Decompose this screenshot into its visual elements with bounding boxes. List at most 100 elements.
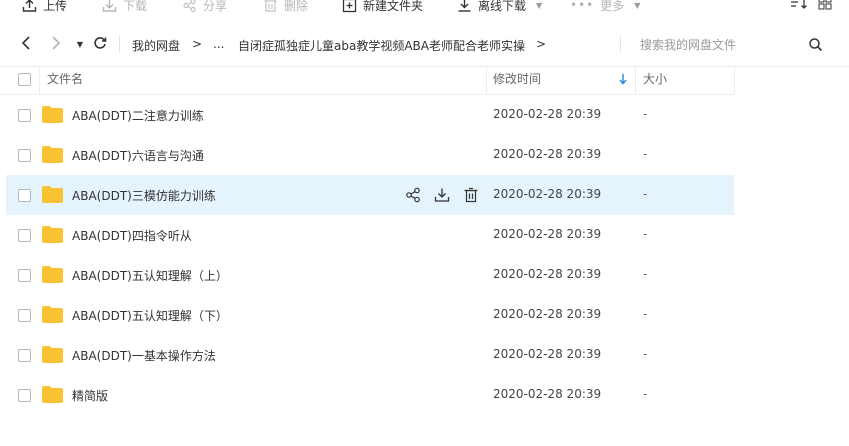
more-button[interactable]: ••• 更多 ▼ xyxy=(570,0,640,16)
search-icon[interactable] xyxy=(808,37,823,55)
folder-icon xyxy=(42,346,63,363)
chevron-down-icon[interactable]: ▼ xyxy=(536,1,542,10)
upload-label: 上传 xyxy=(43,0,68,13)
table-row[interactable]: ABA(DDT)六语言与沟通 2020-02-28 20:39 - xyxy=(0,135,849,175)
table-row[interactable]: 精简版 2020-02-28 20:39 - xyxy=(0,375,849,415)
upload-button[interactable]: 上传 xyxy=(22,0,67,16)
chevron-left-icon xyxy=(21,35,31,53)
new-folder-icon xyxy=(342,0,357,13)
file-name[interactable]: ABA(DDT)五认知理解（下） xyxy=(72,307,228,324)
row-checkbox[interactable] xyxy=(18,109,31,122)
file-name[interactable]: 精简版 xyxy=(72,387,108,404)
forward-button[interactable] xyxy=(47,35,65,53)
trash-icon xyxy=(263,0,278,13)
table-row[interactable]: ABA(DDT)二注意力训练 2020-02-28 20:39 - xyxy=(0,95,849,135)
file-name[interactable]: ABA(DDT)六语言与沟通 xyxy=(72,147,204,164)
file-size: - xyxy=(643,227,648,241)
offline-download-icon xyxy=(457,0,472,13)
file-name[interactable]: ABA(DDT)四指令听从 xyxy=(72,227,192,244)
delete-label: 删除 xyxy=(284,0,309,13)
search-input[interactable] xyxy=(626,34,806,56)
download-label: 下载 xyxy=(123,0,148,13)
more-label: 更多 xyxy=(600,0,625,13)
row-checkbox[interactable] xyxy=(18,229,31,242)
divider xyxy=(620,35,621,53)
refresh-icon xyxy=(93,36,107,53)
column-header-name[interactable]: 文件名 xyxy=(47,66,83,94)
file-size: - xyxy=(643,307,648,321)
row-checkbox[interactable] xyxy=(18,269,31,282)
folder-icon xyxy=(42,386,63,403)
table-row[interactable]: ABA(DDT)四指令听从 2020-02-28 20:39 - xyxy=(0,215,849,255)
file-modified: 2020-02-28 20:39 xyxy=(493,187,602,201)
table-row[interactable]: ABA(DDT)三模仿能力训练 2020-02-28 20:39 - xyxy=(0,175,849,215)
row-checkbox[interactable] xyxy=(18,149,31,162)
upload-icon xyxy=(22,0,37,13)
file-modified: 2020-02-28 20:39 xyxy=(493,307,602,321)
download-icon xyxy=(102,0,117,13)
share-icon xyxy=(182,0,197,13)
file-size: - xyxy=(643,387,648,401)
sort-button[interactable] xyxy=(790,0,808,13)
file-modified: 2020-02-28 20:39 xyxy=(493,147,602,161)
search-box xyxy=(626,34,836,56)
row-checkbox[interactable] xyxy=(18,309,31,322)
share-icon[interactable] xyxy=(405,187,421,203)
file-modified: 2020-02-28 20:39 xyxy=(493,107,602,121)
row-checkbox[interactable] xyxy=(18,389,31,402)
new-folder-button[interactable]: 新建文件夹 xyxy=(342,0,423,16)
select-all-checkbox[interactable] xyxy=(18,73,31,86)
table-header: 文件名 修改时间 大小 xyxy=(0,66,849,94)
toolbar: 上传 下载 分享 删除 新建文件夹 离线下载 ▼ ••• 更多 ▼ xyxy=(0,0,849,22)
table-row[interactable]: ABA(DDT)五认知理解（下） 2020-02-28 20:39 - xyxy=(0,295,849,335)
breadcrumb-root[interactable]: 我的网盘 xyxy=(132,37,180,54)
delete-button[interactable]: 删除 xyxy=(263,0,308,16)
file-size: - xyxy=(643,107,648,121)
download-button[interactable]: 下载 xyxy=(102,0,147,16)
table-row[interactable]: ABA(DDT)一基本操作方法 2020-02-28 20:39 - xyxy=(0,335,849,375)
folder-icon xyxy=(42,106,63,123)
file-modified: 2020-02-28 20:39 xyxy=(493,267,602,281)
file-size: - xyxy=(643,347,648,361)
chevron-down-icon[interactable]: ▼ xyxy=(634,1,640,10)
refresh-button[interactable] xyxy=(91,35,109,53)
folder-icon xyxy=(42,306,63,323)
file-modified: 2020-02-28 20:39 xyxy=(493,347,602,361)
folder-icon xyxy=(42,266,63,283)
breadcrumb-ellipsis[interactable]: ... xyxy=(213,37,224,51)
trash-icon[interactable] xyxy=(463,187,479,203)
file-modified: 2020-02-28 20:39 xyxy=(493,387,602,401)
sort-icon xyxy=(790,0,808,13)
offline-download-button[interactable]: 离线下载 ▼ xyxy=(457,0,542,16)
sort-desc-icon[interactable] xyxy=(619,74,627,88)
table-row[interactable]: ABA(DDT)五认知理解（上） 2020-02-28 20:39 - xyxy=(0,255,849,295)
breadcrumb-separator: > xyxy=(536,37,547,51)
file-size: - xyxy=(643,147,648,161)
row-checkbox[interactable] xyxy=(18,189,31,202)
back-button[interactable] xyxy=(17,35,35,53)
column-divider xyxy=(734,66,735,94)
file-name[interactable]: ABA(DDT)三模仿能力训练 xyxy=(72,187,216,204)
share-label: 分享 xyxy=(203,0,228,13)
more-icon: ••• xyxy=(570,0,595,12)
file-name[interactable]: ABA(DDT)五认知理解（上） xyxy=(72,267,228,284)
file-name[interactable]: ABA(DDT)一基本操作方法 xyxy=(72,347,216,364)
file-size: - xyxy=(643,187,648,201)
column-header-modified[interactable]: 修改时间 xyxy=(493,66,541,94)
column-divider xyxy=(635,66,636,94)
folder-icon xyxy=(42,146,63,163)
history-dropdown[interactable]: ▼ xyxy=(71,35,89,53)
offline-download-label: 离线下载 xyxy=(478,0,527,13)
share-button[interactable]: 分享 xyxy=(182,0,227,16)
row-checkbox[interactable] xyxy=(18,349,31,362)
column-header-size[interactable]: 大小 xyxy=(643,66,667,94)
file-modified: 2020-02-28 20:39 xyxy=(493,227,602,241)
file-name[interactable]: ABA(DDT)二注意力训练 xyxy=(72,107,204,124)
breadcrumb-current[interactable]: 自闭症孤独症儿童aba教学视频ABA老师配合老师实操 xyxy=(238,37,525,54)
grid-view-button[interactable] xyxy=(818,0,832,13)
folder-icon xyxy=(42,226,63,243)
download-icon[interactable] xyxy=(434,187,450,203)
file-size: - xyxy=(643,267,648,281)
column-divider xyxy=(486,66,487,94)
navigation-bar: ▼ 我的网盘 > ... 自闭症孤独症儿童aba教学视频ABA老师配合老师实操 … xyxy=(0,22,849,67)
